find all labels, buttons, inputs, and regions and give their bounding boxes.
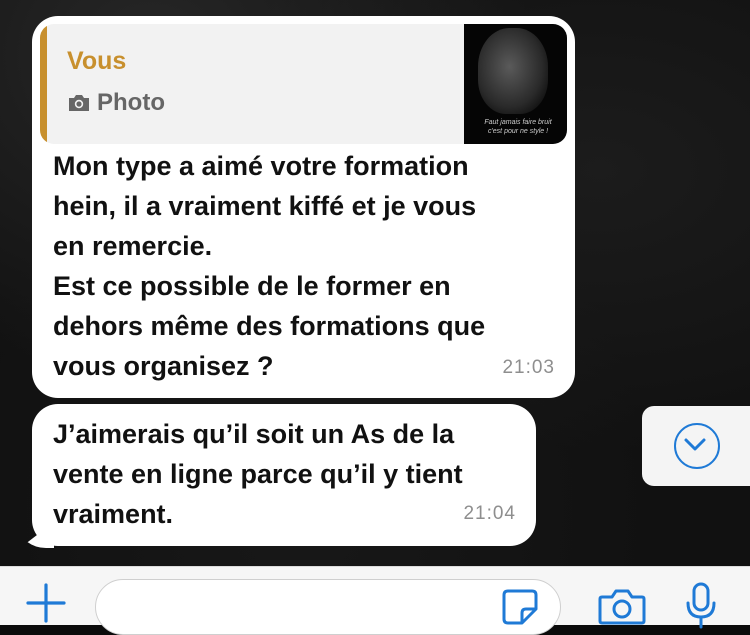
thumbnail-portrait — [478, 28, 548, 114]
chevron-down-icon — [684, 438, 705, 450]
scroll-circle — [674, 423, 720, 469]
quote-author: Vous — [67, 47, 127, 75]
message-input[interactable] — [95, 579, 561, 635]
incoming-message-bubble[interactable]: Vous Photo Faut jamais faire bruit c'est… — [32, 16, 575, 398]
message-timestamp: 21:04 — [463, 503, 516, 524]
quote-accent-bar — [40, 24, 47, 144]
quoted-reply[interactable]: Vous Photo Faut jamais faire bruit c'est… — [40, 24, 567, 144]
message-composer — [0, 566, 750, 635]
photo-thumbnail[interactable]: Faut jamais faire bruit c'est pour ne st… — [464, 24, 567, 144]
message-text: J’aimerais qu’il soit un As de la vente … — [53, 419, 463, 529]
camera-icon[interactable] — [597, 585, 647, 629]
sticker-icon[interactable] — [500, 587, 540, 627]
message-text: Mon type a aimé votre formation hein, il… — [53, 151, 486, 381]
plus-icon[interactable] — [24, 581, 68, 625]
message-timestamp: 21:03 — [502, 357, 555, 378]
quote-media-label: Photo — [97, 89, 165, 116]
scroll-to-bottom-button[interactable] — [642, 406, 750, 486]
thumbnail-caption: Faut jamais faire bruit c'est pour ne st… — [484, 119, 552, 135]
incoming-message-bubble[interactable]: J’aimerais qu’il soit un As de la vente … — [32, 404, 536, 546]
camera-small-icon — [69, 95, 89, 111]
quote-media-type: Photo — [67, 88, 165, 118]
